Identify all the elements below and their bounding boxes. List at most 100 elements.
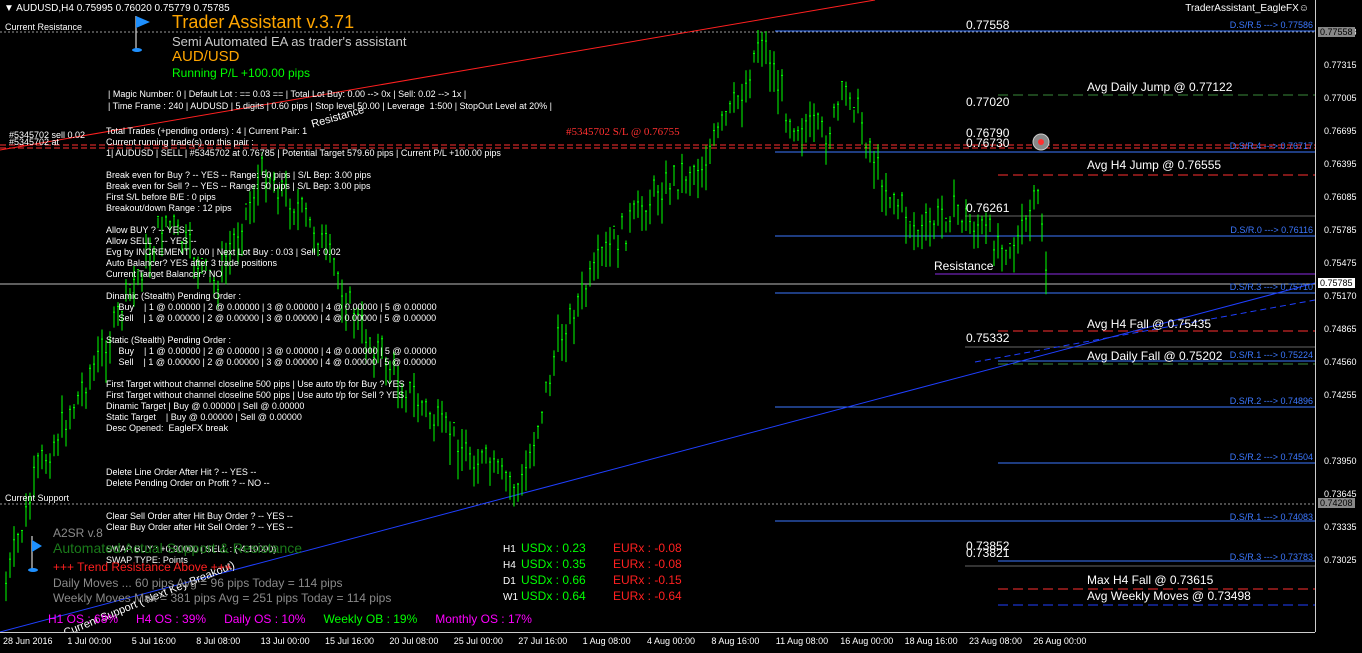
flag-base-icon: [28, 568, 38, 572]
ea-status-line: First Target without channel closeline 5…: [106, 390, 405, 400]
price-tick: 0.74560: [1324, 357, 1357, 367]
cs-cell: EURx : -0.08: [613, 557, 682, 571]
price-tick: 0.73335: [1324, 522, 1357, 532]
time-tick: 15 Jul 16:00: [325, 636, 375, 646]
time-tick: 18 Aug 16:00: [904, 636, 958, 646]
ea-status-line: Buy | 1 @ 0.00000 | 2 @ 0.00000 | 3 @ 0.…: [106, 302, 437, 312]
cs-cell: USDx : 0.64: [521, 589, 586, 603]
ea-status-line: [106, 159, 501, 170]
time-tick: 4 Aug 00:00: [647, 636, 696, 646]
ea-status-line: Breakout/down Range : 12 pips: [106, 203, 232, 213]
level-label: Avg H4 Jump @ 0.76555: [1087, 158, 1222, 172]
os-item: H1 OS : 68%: [48, 612, 119, 626]
cs-cell: USDx : 0.23: [521, 541, 586, 555]
ea-pl: Running P/L +100.00 pips: [172, 66, 310, 80]
ea-status-line: Allow BUY ? -- YES --: [106, 225, 194, 235]
dsr-label: D.S/R.1 ---> 0.75224: [1229, 350, 1313, 360]
cs-cell: D1: [503, 576, 516, 587]
dsr-label: D.S/R.0 ---> 0.76116: [1230, 225, 1313, 235]
level-label: 0.73821: [966, 546, 1010, 560]
a2sr-title: A2SR v.8: [53, 526, 103, 540]
ea-config-1: | Magic Number: 0 | Default Lot : == 0.0…: [108, 89, 467, 99]
ea-status-line: First Target without channel closeline 5…: [106, 379, 405, 389]
a2sr-subtitle: Automated Actual Support & Resistance: [53, 540, 303, 556]
ea-status-line: [106, 445, 501, 456]
time-tick: 11 Aug 08:00: [775, 636, 829, 646]
cs-cell: EURx : -0.15: [613, 573, 682, 587]
ea-status-line: [106, 214, 501, 225]
ea-status-line: First S/L before B/E : 0 pips: [106, 192, 216, 202]
chart-area[interactable]: ▼ AUDUSD,H4 0.75995 0.76020 0.75779 0.75…: [0, 0, 1315, 639]
dsr-label: D.S/R.5 ---> 0.77586: [1229, 20, 1313, 30]
weekly-moves: Weekly Moves Max = 381 pips Avg = 251 pi…: [53, 591, 392, 605]
ea-status-line: 1| AUDUSD | SELL | #5345702 at 0.76785 |…: [106, 148, 501, 158]
level-label: 0.75332: [966, 331, 1010, 345]
time-tick: 5 Jul 16:00: [131, 636, 176, 646]
price-tick: 0.75475: [1324, 258, 1357, 268]
level-label: Avg Daily Jump @ 0.77122: [1087, 80, 1233, 94]
ea-status-line: Auto Balancer? YES after 3 trade positio…: [106, 258, 277, 268]
time-tick: 28 Jun 2016: [3, 636, 53, 646]
ea-status-line: Sell | 1 @ 0.00000 | 2 @ 0.00000 | 3 @ 0…: [106, 357, 437, 367]
dsr-label: D.S/R.2 ---> 0.74504: [1229, 452, 1313, 462]
level-label: 0.76730: [966, 136, 1010, 150]
level-label: 0.76261: [966, 201, 1010, 215]
time-tick: 20 Jul 08:00: [389, 636, 439, 646]
ea-config-2: | Time Frame : 240 | AUDUSD | 5 digits |…: [108, 101, 552, 111]
price-marker-current: 0.75785: [1318, 278, 1355, 288]
level-label: Avg Daily Fall @ 0.75202: [1087, 349, 1223, 363]
level-label: Avg Weekly Moves @ 0.73498: [1087, 589, 1251, 603]
order-marker-dot: [1038, 139, 1044, 145]
ea-status-line: Buy | 1 @ 0.00000 | 2 @ 0.00000 | 3 @ 0.…: [106, 346, 437, 356]
resistance-label: Resistance: [934, 259, 994, 273]
price-tick: 0.77315: [1324, 60, 1357, 70]
ea-status-line: Static (Stealth) Pending Order :: [106, 335, 232, 345]
current-resistance-label: Current Resistance: [5, 22, 83, 32]
time-tick: 26 Aug 00:00: [1033, 636, 1087, 646]
time-tick: 27 Jul 16:00: [518, 636, 568, 646]
ea-status-line: Dinamic (Stealth) Pending Order :: [106, 291, 242, 301]
sell-order-at-label: #5345702 at: [9, 137, 60, 147]
dsr-label: D.S/R.4 ---> 0.76717: [1229, 141, 1313, 151]
cs-row: H1 USDx : 0.23 EURx : -0.08: [503, 541, 682, 557]
cs-cell: USDx : 0.35: [521, 557, 586, 571]
daily-moves: Daily Moves ... 60 pips Avg = 96 pips To…: [53, 576, 343, 590]
ea-status-line: Evg by INCREMENT 0.00 | Next Lot Buy : 0…: [106, 247, 341, 257]
ea-subtitle: Semi Automated EA as trader's assistant: [172, 34, 407, 49]
ea-status-line: [106, 324, 501, 335]
time-tick: 8 Aug 16:00: [711, 636, 760, 646]
flag-base-icon: [132, 48, 142, 52]
dsr-label: D.S/R.1 ---> 0.74083: [1229, 512, 1313, 522]
time-tick: 25 Jul 00:00: [453, 636, 503, 646]
level-label: Avg H4 Fall @ 0.75435: [1087, 317, 1212, 331]
cs-cell: USDx : 0.66: [521, 573, 586, 587]
price-tick: 0.75170: [1324, 291, 1357, 301]
price-tick: 0.73025: [1324, 555, 1357, 565]
ea-name: TraderAssistant_EagleFX☺: [1185, 3, 1309, 14]
ea-title: Trader Assistant v.3.71: [172, 12, 355, 32]
ea-status-line: [106, 434, 501, 445]
time-axis[interactable]: 28 Jun 2016 1 Jul 00:00 5 Jul 16:00 8 Jul 0…: [0, 632, 1315, 653]
time-tick: 23 Aug 08:00: [969, 636, 1023, 646]
flag-icon: [32, 540, 42, 552]
price-tick: 0.75785: [1324, 225, 1357, 235]
os-item: H4 OS : 39%: [136, 612, 207, 626]
cs-cell: EURx : -0.64: [613, 589, 682, 603]
ea-status-line: Current Target Balancer? NO: [106, 269, 223, 279]
ea-status-line: [106, 456, 501, 467]
ea-status-line: Delete Line Order After Hit ? -- YES --: [106, 467, 257, 477]
os-item: Daily OS : 10%: [224, 612, 306, 626]
os-row: H1 OS : 68% H4 OS : 39% Daily OS : 10% Week…: [48, 612, 550, 626]
ea-status-line: Clear Sell Order after Hit Buy Order ? -…: [106, 511, 293, 521]
os-item: Weekly OB : 19%: [323, 612, 418, 626]
ea-status-line: [106, 500, 501, 511]
sl-label: #5345702 S/L @ 0.76755: [566, 126, 680, 138]
price-tick: 0.77005: [1324, 93, 1357, 103]
cs-row: W1 USDx : 0.64 EURx : -0.64: [503, 589, 682, 605]
ea-status-line: [106, 280, 501, 291]
dsr-label: D.S/R.2 ---> 0.74896: [1229, 396, 1313, 406]
price-axis[interactable]: 0.77558 0.77315 0.77005 0.76695 0.76395 0.760…: [1315, 0, 1362, 632]
dropdown-icon[interactable]: ▼: [4, 3, 14, 14]
ea-status-line: Total Trades (+pending orders) : 4 | Cur…: [106, 126, 308, 136]
level-label: 0.77020: [966, 95, 1010, 109]
